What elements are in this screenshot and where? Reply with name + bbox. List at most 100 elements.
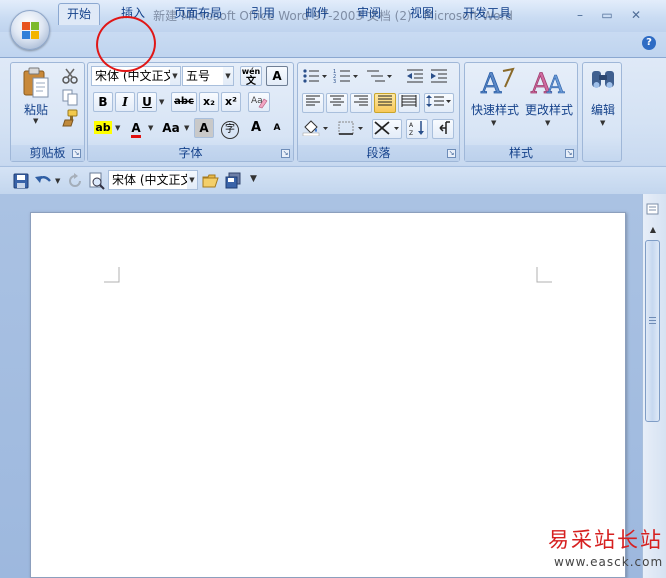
undo-button[interactable]	[34, 172, 54, 190]
change-styles-label: 更改样式	[524, 103, 573, 117]
bullets-button[interactable]	[301, 67, 329, 87]
clipboard-dialog-launcher-icon[interactable]: ↘	[72, 149, 81, 158]
clipboard-group: 粘贴 ▼ 剪贴板 ↘	[10, 62, 85, 162]
multilevel-list-button[interactable]	[364, 67, 394, 87]
change-case-dropdown-icon[interactable]: ▼	[184, 124, 189, 132]
editing-dropdown-icon: ▼	[600, 119, 606, 127]
align-left-button[interactable]	[302, 93, 324, 113]
office-logo-icon	[22, 22, 39, 39]
superscript-button[interactable]: x²	[221, 92, 241, 112]
tab-home[interactable]: 开始	[58, 3, 100, 25]
undo-dropdown-icon[interactable]: ▼	[55, 177, 60, 185]
phonetic-guide-button[interactable]: wén 文	[240, 66, 262, 87]
paste-button[interactable]: 粘贴 ▼	[21, 67, 51, 125]
styles-dialog-launcher-icon[interactable]: ↘	[565, 149, 574, 158]
character-shading-button[interactable]: A	[194, 118, 214, 138]
document-page[interactable]	[30, 212, 626, 578]
editing-label: 编辑	[590, 103, 615, 117]
increase-indent-icon	[431, 69, 447, 83]
justify-button[interactable]	[374, 93, 396, 113]
tab-references[interactable]: 引用	[244, 3, 282, 25]
print-preview-icon	[89, 172, 105, 190]
distributed-button[interactable]	[398, 93, 420, 113]
quick-styles-icon: A	[480, 67, 515, 100]
close-button[interactable]: ✕	[623, 6, 649, 24]
thumb-grip	[649, 317, 656, 318]
paragraph-dialog-launcher-icon[interactable]: ↘	[447, 149, 456, 158]
svg-text:A: A	[480, 67, 502, 99]
font-size-combo[interactable]: 五号 ▼	[182, 66, 234, 86]
folder-open-icon	[202, 174, 219, 188]
enclose-characters-button[interactable]: 字	[219, 118, 241, 139]
strikethrough-button[interactable]: abc	[171, 92, 197, 112]
highlight-button[interactable]: ab	[92, 118, 114, 138]
shading-button[interactable]	[301, 119, 331, 139]
tab-view[interactable]: 视图	[403, 3, 441, 25]
scrollbar-thumb[interactable]	[645, 240, 660, 422]
quick-styles-dropdown-icon: ▼	[491, 119, 497, 127]
subscript-button[interactable]: x₂	[199, 92, 219, 112]
minimize-button[interactable]: –	[567, 6, 593, 24]
bold-button[interactable]: B	[93, 92, 113, 112]
customize-qat-icon[interactable]: ▼	[250, 174, 257, 184]
underline-button[interactable]: U	[137, 92, 157, 112]
maximize-button[interactable]: ▭	[594, 6, 620, 24]
chinese-layout-icon	[374, 121, 399, 135]
align-right-button[interactable]	[350, 93, 372, 113]
numbering-button[interactable]: 1 2 3	[332, 67, 360, 87]
change-styles-icon: A A	[530, 67, 566, 101]
cut-button[interactable]	[61, 67, 79, 85]
underline-dropdown-icon[interactable]: ▼	[159, 98, 164, 106]
line-spacing-icon	[426, 95, 451, 107]
chevron-down-icon[interactable]: ▼	[170, 67, 180, 85]
tab-page-layout[interactable]: 页面布局	[168, 3, 228, 25]
show-hide-marks-button[interactable]	[432, 119, 454, 139]
tab-mailings[interactable]: 邮件	[298, 3, 336, 25]
font-name-value: 宋体 (中文正文	[95, 69, 176, 83]
change-case-button[interactable]: Aa	[159, 118, 183, 138]
italic-button[interactable]: I	[115, 92, 135, 112]
shrink-font-button[interactable]: A	[268, 118, 286, 138]
character-border-button[interactable]: A	[266, 66, 288, 86]
chinese-layout-button[interactable]	[372, 119, 402, 139]
quick-styles-button[interactable]: A 快速样式 ▼	[469, 65, 521, 131]
increase-indent-button[interactable]	[428, 67, 450, 87]
numbering-icon: 1 2 3	[333, 69, 358, 85]
styles-group: A 快速样式 ▼ A A 更改样式 ▼ 样式 ↘	[464, 62, 578, 162]
ruler-toggle-button[interactable]	[645, 202, 661, 216]
scroll-up-icon[interactable]: ▲	[645, 222, 661, 238]
font-dialog-launcher-icon[interactable]: ↘	[281, 149, 290, 158]
line-spacing-button[interactable]	[424, 93, 454, 113]
copy-button[interactable]	[61, 88, 79, 106]
clear-formatting-button[interactable]: Aa	[248, 92, 270, 112]
align-left-icon	[306, 95, 320, 106]
paste-dropdown-icon: ▼	[33, 117, 39, 125]
print-preview-button[interactable]	[88, 172, 106, 190]
open-button[interactable]	[202, 172, 220, 190]
save-button[interactable]	[12, 172, 30, 190]
save-all-button[interactable]	[224, 172, 242, 190]
redo-button[interactable]	[66, 172, 84, 190]
editing-button[interactable]: 编辑 ▼	[585, 65, 621, 135]
grow-font-button[interactable]: A	[246, 118, 266, 138]
highlight-dropdown-icon[interactable]: ▼	[115, 124, 120, 132]
decrease-indent-button[interactable]	[404, 67, 426, 87]
font-group-label: 字体	[88, 145, 293, 161]
change-styles-button[interactable]: A A 更改样式 ▼	[523, 65, 575, 131]
qat-font-name-combo[interactable]: 宋体 (中文正文 ▼	[108, 170, 198, 190]
font-color-dropdown-icon[interactable]: ▼	[148, 124, 153, 132]
chevron-down-icon[interactable]: ▼	[187, 171, 197, 189]
tab-developer[interactable]: 开发工具	[456, 3, 518, 25]
chevron-down-icon[interactable]: ▼	[223, 67, 233, 85]
help-icon[interactable]: ?	[642, 36, 656, 50]
font-color-button[interactable]: A	[126, 118, 146, 138]
tab-review[interactable]: 审阅	[350, 3, 388, 25]
borders-button[interactable]	[336, 119, 366, 139]
sort-button[interactable]: A Z	[406, 119, 428, 139]
align-center-icon	[330, 95, 344, 106]
format-painter-button[interactable]	[61, 109, 79, 127]
bullets-icon	[303, 69, 327, 83]
align-center-button[interactable]	[326, 93, 348, 113]
office-button[interactable]	[10, 10, 50, 50]
change-styles-dropdown-icon: ▼	[545, 119, 551, 127]
